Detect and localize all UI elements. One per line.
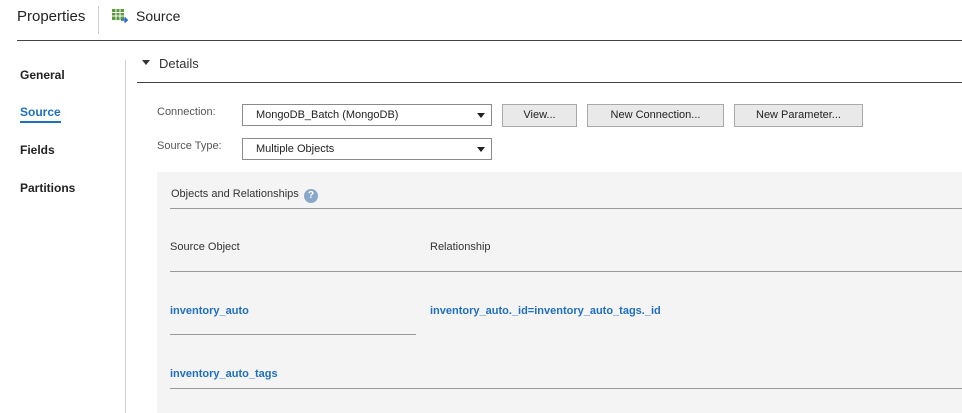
- connection-select[interactable]: MongoDB_Batch (MongoDB): [242, 104, 492, 126]
- sidebar-item-fields[interactable]: Fields: [20, 143, 55, 157]
- chevron-down-icon: [477, 113, 485, 118]
- source-object-link[interactable]: inventory_auto: [170, 305, 249, 317]
- top-bar: Properties Source: [0, 0, 962, 40]
- details-title: Details: [159, 56, 199, 71]
- view-button[interactable]: View...: [502, 104, 577, 127]
- relationship-link[interactable]: inventory_auto._id=inventory_auto_tags._…: [430, 305, 661, 317]
- new-parameter-button[interactable]: New Parameter...: [734, 104, 863, 127]
- page-title: Properties: [17, 8, 86, 25]
- objects-relationships-panel: Objects and Relationships ? Source Objec…: [157, 172, 962, 413]
- panel-title-divider: [170, 208, 962, 209]
- source-type-label: Source Type:: [157, 140, 222, 152]
- objects-relationships-title: Objects and Relationships: [171, 188, 299, 200]
- connection-value: MongoDB_Batch (MongoDB): [256, 109, 399, 121]
- help-icon[interactable]: ?: [304, 189, 318, 203]
- row-divider: [170, 334, 416, 335]
- sidebar-item-source[interactable]: Source: [20, 105, 61, 123]
- connection-label: Connection:: [157, 106, 216, 118]
- new-connection-button[interactable]: New Connection...: [587, 104, 724, 127]
- caret-down-icon[interactable]: [142, 60, 150, 65]
- source-object-link[interactable]: inventory_auto_tags: [170, 368, 278, 380]
- chevron-down-icon: [477, 147, 485, 152]
- details-section-header[interactable]: Details: [137, 52, 962, 83]
- sidebar-item-partitions[interactable]: Partitions: [20, 181, 75, 195]
- source-type-select[interactable]: Multiple Objects: [242, 138, 492, 160]
- sidebar-item-general[interactable]: General: [20, 68, 65, 82]
- column-header-relationship: Relationship: [430, 241, 491, 253]
- header-row-divider: [170, 271, 962, 272]
- row-divider: [170, 388, 962, 389]
- source-type-value: Multiple Objects: [256, 143, 335, 155]
- column-header-source-object: Source Object: [170, 241, 240, 253]
- sidebar-divider: [125, 60, 126, 413]
- header-underline: [17, 40, 962, 41]
- source-tab-label[interactable]: Source: [136, 8, 180, 24]
- header-divider: [98, 6, 99, 34]
- table-grid-icon: [112, 9, 128, 24]
